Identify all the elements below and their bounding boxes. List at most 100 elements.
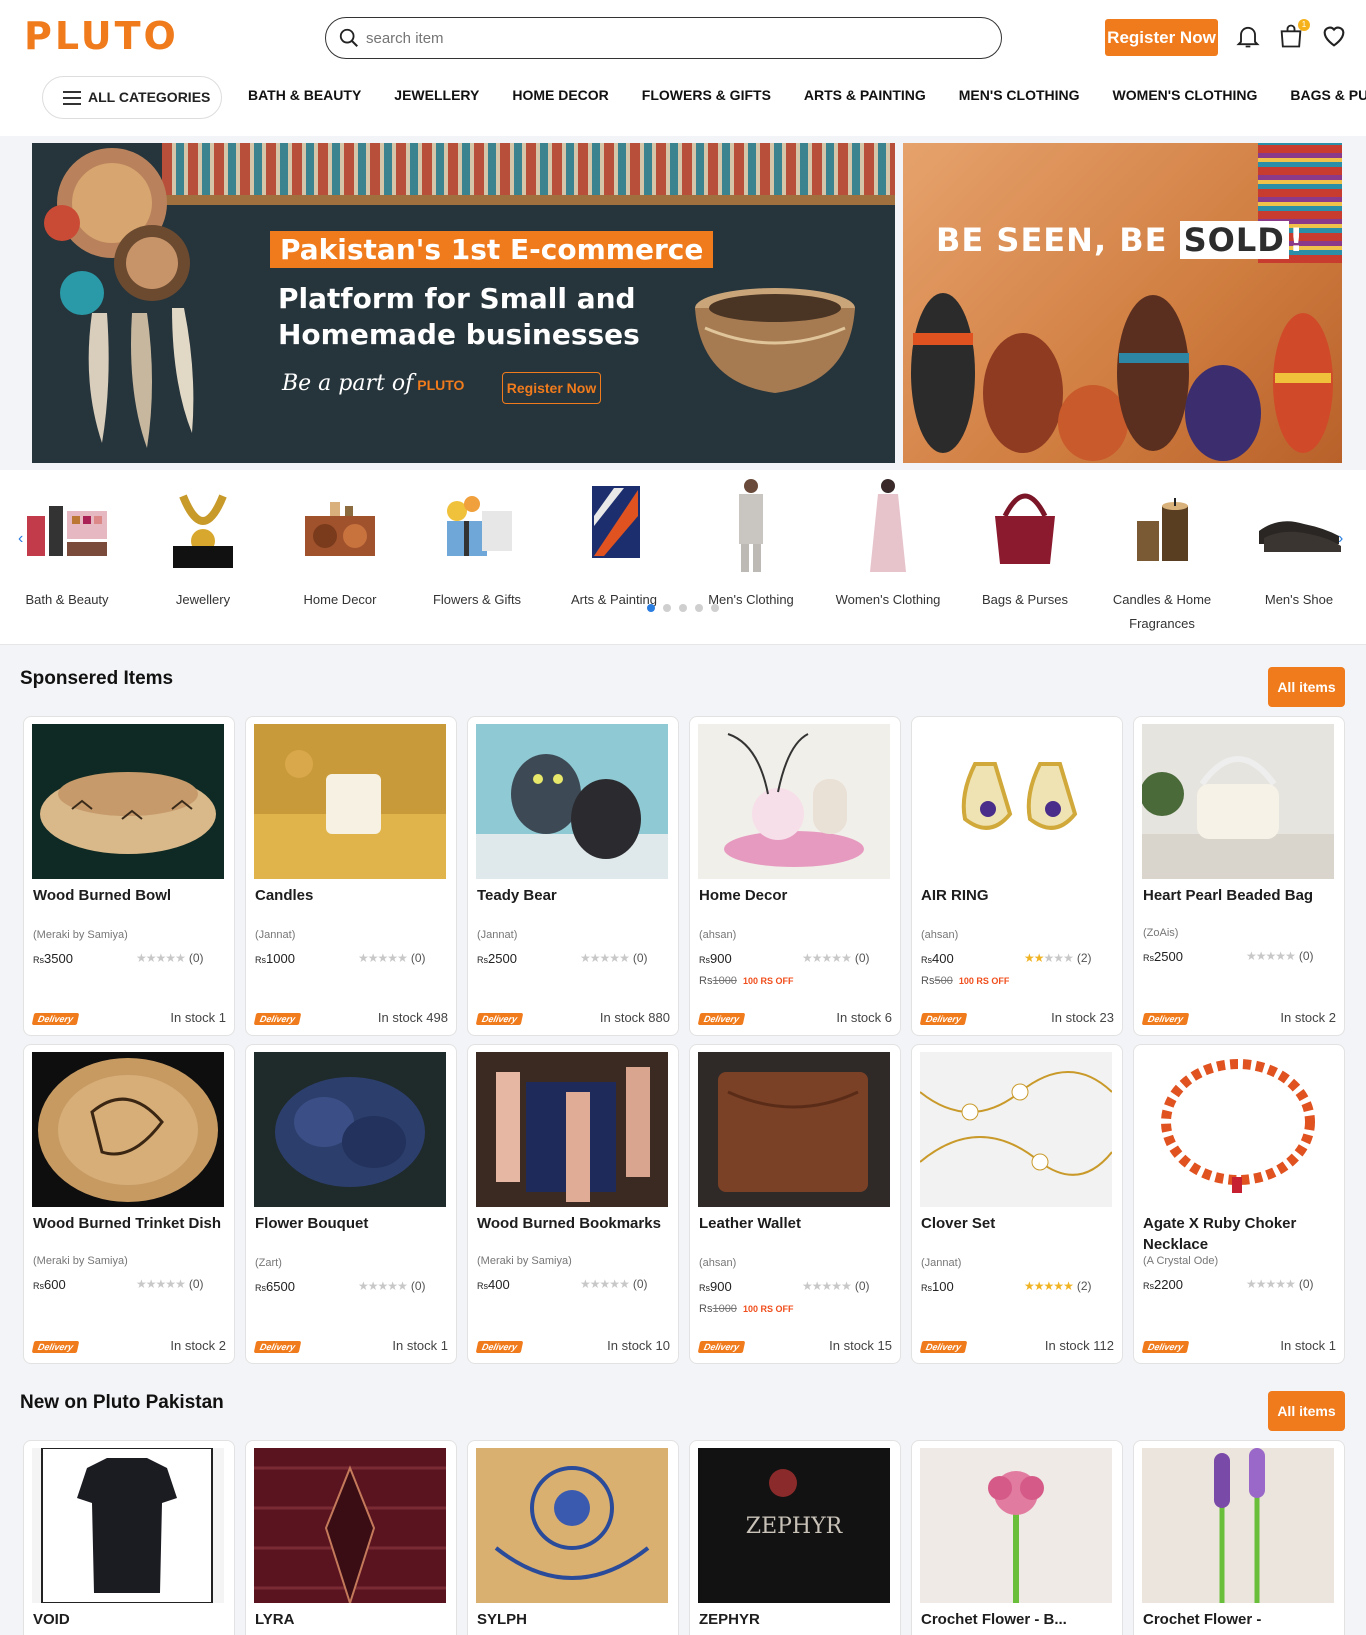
product-image[interactable] (698, 724, 890, 879)
seller-name[interactable]: (Jannat) (921, 1257, 961, 1269)
product-card[interactable]: Clover Set (Jannat) Rs100 ★★★★★ (2) Delivery I… (911, 1044, 1123, 1364)
nav-flowers-gifts[interactable]: FLOWERS & GIFTS (642, 87, 771, 103)
side-banner[interactable]: BE SEEN, BE SOLD! (903, 143, 1342, 463)
nav-mens-clothing[interactable]: MEN'S CLOTHING (959, 87, 1080, 103)
new-all-items-button[interactable]: All items (1268, 1391, 1345, 1431)
product-card[interactable]: Candles (Jannat) Rs1000 ★★★★★ (0) Delivery In … (245, 716, 457, 1036)
product-image[interactable] (254, 1052, 446, 1207)
nav-womens-clothing[interactable]: WOMEN'S CLOTHING (1113, 87, 1258, 103)
seller-name[interactable]: (Jannat) (255, 929, 295, 941)
category-jewellery[interactable]: Jewellery (138, 470, 268, 612)
product-title[interactable]: AIR RING (921, 885, 1116, 906)
product-image[interactable] (698, 1052, 890, 1207)
product-card[interactable]: VOID (23, 1440, 235, 1635)
product-image[interactable] (1142, 724, 1334, 879)
product-card[interactable]: SYLPH (467, 1440, 679, 1635)
product-image[interactable] (920, 1448, 1112, 1603)
product-image[interactable] (476, 1052, 668, 1207)
heart-icon[interactable] (1320, 22, 1348, 50)
product-title[interactable]: Wood Burned Trinket Dish (33, 1213, 228, 1234)
product-card[interactable]: Teady Bear (Jannat) Rs2500 ★★★★★ (0) Delivery… (467, 716, 679, 1036)
product-title[interactable]: Heart Pearl Beaded Bag (1143, 885, 1338, 906)
product-image[interactable] (32, 1052, 224, 1207)
product-image[interactable] (32, 724, 224, 879)
product-card[interactable]: Leather Wallet (ahsan) Rs900 ★★★★★ (0) Rs1000… (689, 1044, 901, 1364)
product-card[interactable]: LYRA (245, 1440, 457, 1635)
product-image[interactable] (254, 724, 446, 879)
product-title[interactable]: Crochet Flower - B... (921, 1609, 1116, 1630)
product-image[interactable] (32, 1448, 224, 1603)
product-title[interactable]: Wood Burned Bowl (33, 885, 228, 906)
seller-name[interactable]: (Zart) (255, 1257, 282, 1269)
product-title[interactable]: Agate X Ruby Choker Necklace (1143, 1213, 1338, 1255)
category-mens-shoe[interactable]: Men's Shoe (1234, 470, 1364, 612)
pluto-logo[interactable]: PLUTO (24, 14, 179, 58)
hero-banner[interactable]: Pakistan's 1st E-commerce Platform for S… (32, 143, 895, 463)
carousel-dot[interactable] (679, 604, 687, 612)
product-title[interactable]: VOID (33, 1609, 228, 1630)
nav-bags-purses[interactable]: BAGS & PURSES (1290, 87, 1366, 103)
carousel-dot[interactable] (647, 604, 655, 612)
product-card[interactable]: Flower Bouquet (Zart) Rs6500 ★★★★★ (0) Delive… (245, 1044, 457, 1364)
category-flowers-gifts[interactable]: Flowers & Gifts (412, 470, 542, 612)
nav-arts-painting[interactable]: ARTS & PAINTING (804, 87, 926, 103)
product-card[interactable]: Home Decor (ahsan) Rs900 ★★★★★ (0) Rs1000 100 … (689, 716, 901, 1036)
product-title[interactable]: Candles (255, 885, 450, 906)
category-womens-clothing[interactable]: Women's Clothing (823, 470, 953, 612)
product-card[interactable]: Crochet Flower - (1133, 1440, 1345, 1635)
nav-bath-beauty[interactable]: BATH & BEAUTY (248, 87, 361, 103)
register-now-button[interactable]: Register Now (1105, 19, 1218, 56)
product-image[interactable]: ZEPHYR (698, 1448, 890, 1603)
product-card[interactable]: Wood Burned Trinket Dish (Meraki by Samiy… (23, 1044, 235, 1364)
seller-name[interactable]: (Meraki by Samiya) (477, 1255, 572, 1267)
seller-name[interactable]: (ahsan) (921, 929, 958, 941)
product-title[interactable]: LYRA (255, 1609, 450, 1630)
category-home-decor[interactable]: Home Decor (275, 470, 405, 612)
category-bath-beauty[interactable]: Bath & Beauty (2, 470, 132, 612)
product-image[interactable] (254, 1448, 446, 1603)
carousel-dot[interactable] (711, 604, 719, 612)
product-title[interactable]: Flower Bouquet (255, 1213, 450, 1234)
product-title[interactable]: SYLPH (477, 1609, 672, 1630)
product-card[interactable]: Wood Burned Bowl (Meraki by Samiya) Rs3500… (23, 716, 235, 1036)
seller-name[interactable]: (A Crystal Ode) (1143, 1255, 1218, 1267)
seller-name[interactable]: (ahsan) (699, 929, 736, 941)
product-title[interactable]: Wood Burned Bookmarks (477, 1213, 672, 1234)
product-image[interactable] (476, 1448, 668, 1603)
product-image[interactable] (1142, 1052, 1334, 1207)
sponsored-all-items-button[interactable]: All items (1268, 667, 1345, 707)
product-title[interactable]: Home Decor (699, 885, 894, 906)
product-title[interactable]: Teady Bear (477, 885, 672, 906)
seller-name[interactable]: (Meraki by Samiya) (33, 929, 128, 941)
product-title[interactable]: ZEPHYR (699, 1609, 894, 1630)
seller-name[interactable]: (ahsan) (699, 1257, 736, 1269)
product-card[interactable]: Agate X Ruby Choker Necklace (A Crystal O… (1133, 1044, 1345, 1364)
product-title[interactable]: Leather Wallet (699, 1213, 894, 1234)
product-image[interactable] (476, 724, 668, 879)
category-bags-purses[interactable]: Bags & Purses (960, 470, 1090, 612)
all-categories-button[interactable]: ALL CATEGORIES (42, 76, 222, 119)
product-title[interactable]: Clover Set (921, 1213, 1116, 1234)
seller-name[interactable]: (Jannat) (477, 929, 517, 941)
product-card[interactable]: Heart Pearl Beaded Bag (ZoAis) Rs2500 ★★★★★… (1133, 716, 1345, 1036)
product-image[interactable] (1142, 1448, 1334, 1603)
product-card[interactable]: Crochet Flower - B... (911, 1440, 1123, 1635)
product-card[interactable]: AIR RING (ahsan) Rs400 ★★★★★ (2) Rs500 100 RS … (911, 716, 1123, 1036)
product-card[interactable]: Wood Burned Bookmarks (Meraki by Samiya) R… (467, 1044, 679, 1364)
carousel-dot[interactable] (695, 604, 703, 612)
carousel-dot[interactable] (663, 604, 671, 612)
search-bar[interactable] (325, 17, 1002, 59)
product-image[interactable] (920, 724, 1112, 879)
category-mens-clothing[interactable]: Men's Clothing (686, 470, 816, 612)
seller-name[interactable]: (Meraki by Samiya) (33, 1255, 128, 1267)
nav-jewellery[interactable]: JEWELLERY (394, 87, 479, 103)
banner-register-button[interactable]: Register Now (502, 372, 601, 404)
product-card[interactable]: ZEPHYR ZEPHYR (689, 1440, 901, 1635)
category-candles-home[interactable]: Candles & Home Fragrances (1097, 470, 1227, 636)
product-title[interactable]: Crochet Flower - (1143, 1609, 1338, 1630)
product-image[interactable] (920, 1052, 1112, 1207)
seller-name[interactable]: (ZoAis) (1143, 927, 1178, 939)
nav-home-decor[interactable]: HOME DECOR (512, 87, 608, 103)
category-arts-painting[interactable]: Arts & Painting (549, 470, 679, 612)
bell-icon[interactable] (1234, 22, 1262, 50)
